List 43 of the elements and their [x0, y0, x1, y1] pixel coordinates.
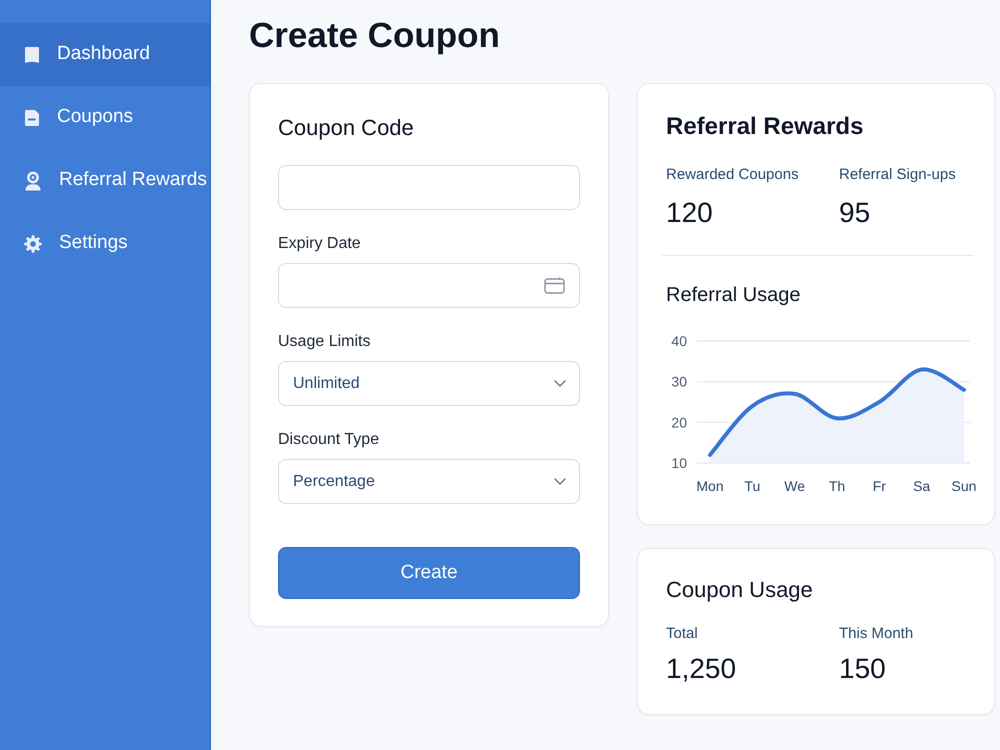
- select-field[interactable]: Percentage: [278, 459, 580, 504]
- axis-category-label: Sa: [913, 478, 930, 494]
- axis-category-label: Tu: [744, 478, 760, 494]
- stat-value: 150: [839, 652, 886, 686]
- form-title: Coupon Code: [278, 115, 415, 141]
- user-icon: [24, 170, 42, 190]
- axis-tick-label: 20: [671, 414, 687, 430]
- axis-tick-label: 10: [671, 455, 687, 471]
- create-button[interactable]: Create: [278, 547, 580, 599]
- input-field[interactable]: [278, 165, 580, 210]
- axis-category-label: Mon: [696, 478, 724, 494]
- book-icon: [24, 46, 40, 64]
- chevron-down-icon: [554, 478, 566, 485]
- stat-value: 95: [839, 196, 870, 230]
- stat-value: 120: [666, 196, 713, 230]
- sidebar-item[interactable]: Referral Rewards: [0, 149, 210, 212]
- stat-label: Referral Sign-ups: [839, 166, 956, 184]
- chart-title: Referral Usage: [666, 283, 801, 307]
- settings-icon: [24, 234, 42, 252]
- chevron-down-icon: [554, 380, 566, 387]
- axis-tick-label: 30: [671, 374, 687, 390]
- sidebar-item[interactable]: Dashboard: [0, 23, 210, 86]
- axis-category-label: Sun: [952, 478, 976, 494]
- page-title: Create Coupon: [249, 15, 500, 57]
- card-title: Referral Rewards: [666, 112, 864, 141]
- field-label: Expiry Date: [278, 234, 362, 254]
- field-label: Discount Type: [278, 430, 380, 450]
- date-field[interactable]: [278, 263, 580, 308]
- stat-label: Rewarded Coupons: [666, 166, 799, 184]
- stat-label: Total: [666, 625, 698, 643]
- axis-category-label: Th: [828, 478, 846, 494]
- axis-category-label: Fr: [872, 478, 886, 494]
- sidebar-item[interactable]: Coupons: [0, 86, 210, 149]
- field-label: Usage Limits: [278, 332, 372, 352]
- axis-tick-label: 40: [671, 333, 687, 349]
- sidebar-item[interactable]: Settings: [0, 212, 210, 275]
- axis-category-label: We: [784, 478, 806, 494]
- stat-label: This Month: [839, 625, 914, 643]
- select-field[interactable]: Unlimited: [278, 361, 580, 406]
- calendar-icon: [544, 277, 565, 294]
- document-icon: [24, 108, 40, 126]
- stat-value: 1,250: [666, 652, 736, 686]
- card-title: Coupon Usage: [666, 577, 814, 603]
